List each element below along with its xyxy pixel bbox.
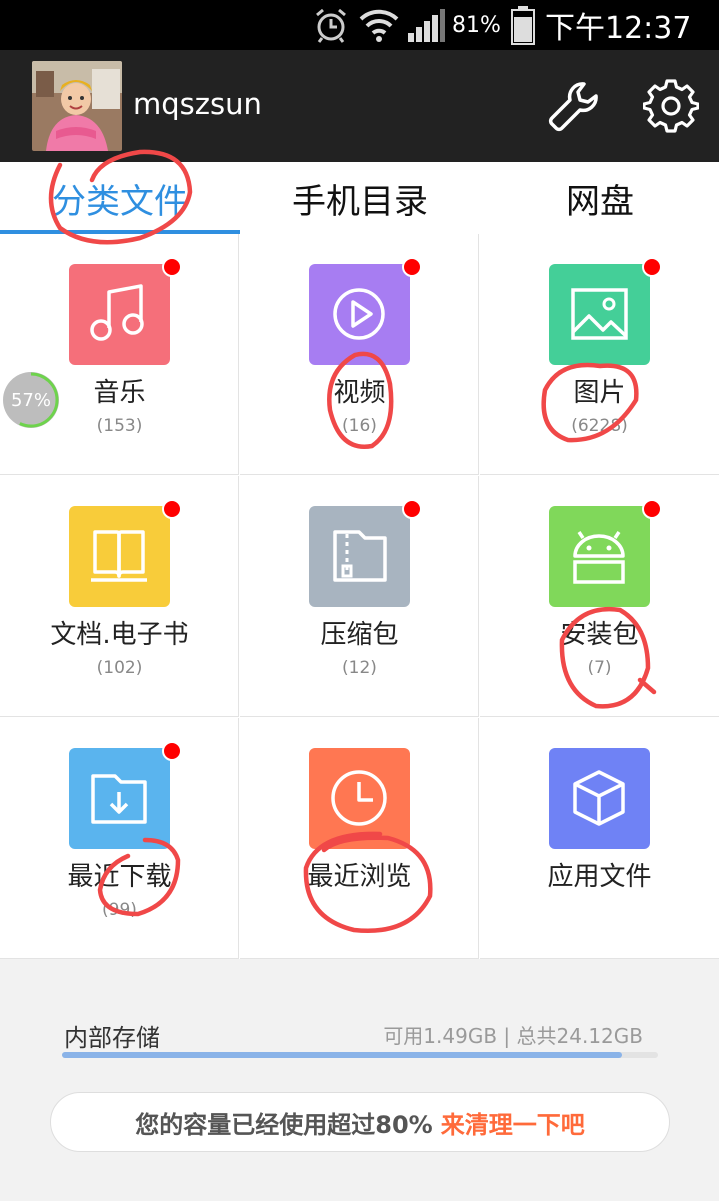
category-recent-downloads[interactable]: 最近下载 (99) bbox=[0, 718, 239, 959]
storage-detail: 可用1.49GB | 总共24.12GB bbox=[383, 1024, 643, 1048]
category-archives[interactable]: 压缩包 (12) bbox=[240, 476, 479, 717]
category-label: 视频 bbox=[333, 378, 386, 408]
category-label: 安装包 bbox=[560, 620, 639, 650]
storage-label: 内部存储 bbox=[64, 1024, 160, 1052]
new-badge bbox=[402, 257, 422, 277]
wifi-icon bbox=[358, 0, 400, 50]
app-header: mqszsun bbox=[0, 50, 719, 162]
category-count: (16) bbox=[342, 416, 377, 436]
category-app-files[interactable]: 应用文件 bbox=[480, 718, 719, 959]
music-icon bbox=[69, 264, 170, 365]
new-badge bbox=[402, 499, 422, 519]
zip-folder-icon bbox=[309, 506, 410, 607]
battery-percent: 81% bbox=[452, 12, 501, 38]
clock-icon bbox=[309, 748, 410, 849]
category-count: (6228) bbox=[571, 416, 628, 436]
tab-phone-directory[interactable]: 手机目录 bbox=[240, 162, 480, 234]
storage-section: 内部存储 可用1.49GB | 总共24.12GB 您的容量已经使用超过80% … bbox=[0, 960, 719, 1201]
new-badge bbox=[162, 499, 182, 519]
cleanup-button[interactable]: 您的容量已经使用超过80% 来清理一下吧 bbox=[50, 1092, 670, 1152]
book-icon bbox=[69, 506, 170, 607]
new-badge bbox=[162, 741, 182, 761]
category-label: 压缩包 bbox=[320, 620, 399, 650]
new-badge bbox=[162, 257, 182, 277]
category-count: (102) bbox=[96, 658, 143, 678]
cleanup-action: 来清理一下吧 bbox=[440, 1110, 585, 1139]
tab-cloud-drive[interactable]: 网盘 bbox=[480, 162, 719, 234]
battery-icon bbox=[510, 0, 536, 50]
category-label: 最近浏览 bbox=[307, 862, 412, 892]
download-folder-icon bbox=[69, 748, 170, 849]
cube-icon bbox=[549, 748, 650, 849]
memory-percent: 57% bbox=[10, 389, 51, 411]
category-grid: 音乐 (153) 视频 (16) 图片 (6228) 文档.电子书 (102) … bbox=[0, 234, 719, 959]
category-images[interactable]: 图片 (6228) bbox=[480, 234, 719, 475]
tab-bar: 分类文件 手机目录 网盘 bbox=[0, 162, 719, 234]
category-count: (12) bbox=[342, 658, 377, 678]
category-label: 最近下载 bbox=[67, 862, 172, 892]
username[interactable]: mqszsun bbox=[133, 87, 262, 121]
storage-progress-bar bbox=[62, 1052, 658, 1058]
category-count: (99) bbox=[102, 900, 137, 920]
signal-icon bbox=[406, 0, 446, 50]
image-icon bbox=[549, 264, 650, 365]
category-music[interactable]: 音乐 (153) bbox=[0, 234, 239, 475]
cleanup-text: 您的容量已经使用超过80% bbox=[135, 1110, 433, 1139]
category-video[interactable]: 视频 (16) bbox=[240, 234, 479, 475]
alarm-icon bbox=[311, 0, 351, 50]
category-label: 图片 bbox=[573, 378, 626, 408]
category-apk[interactable]: 安装包 (7) bbox=[480, 476, 719, 717]
new-badge bbox=[642, 499, 662, 519]
clock-time: 下午12:37 bbox=[545, 11, 692, 46]
new-badge bbox=[642, 257, 662, 277]
wrench-icon[interactable] bbox=[546, 78, 602, 134]
status-bar: 81% 下午12:37 bbox=[0, 0, 719, 50]
category-count: (7) bbox=[587, 658, 612, 678]
storage-progress-fill bbox=[62, 1052, 623, 1058]
category-documents[interactable]: 文档.电子书 (102) bbox=[0, 476, 239, 717]
tab-categories[interactable]: 分类文件 bbox=[0, 162, 240, 234]
category-recent-browsing[interactable]: 最近浏览 bbox=[240, 718, 479, 959]
android-icon bbox=[549, 506, 650, 607]
gear-icon[interactable] bbox=[642, 78, 700, 134]
category-label: 应用文件 bbox=[547, 862, 652, 892]
play-icon bbox=[309, 264, 410, 365]
category-label: 文档.电子书 bbox=[50, 620, 189, 650]
avatar[interactable] bbox=[32, 61, 122, 151]
